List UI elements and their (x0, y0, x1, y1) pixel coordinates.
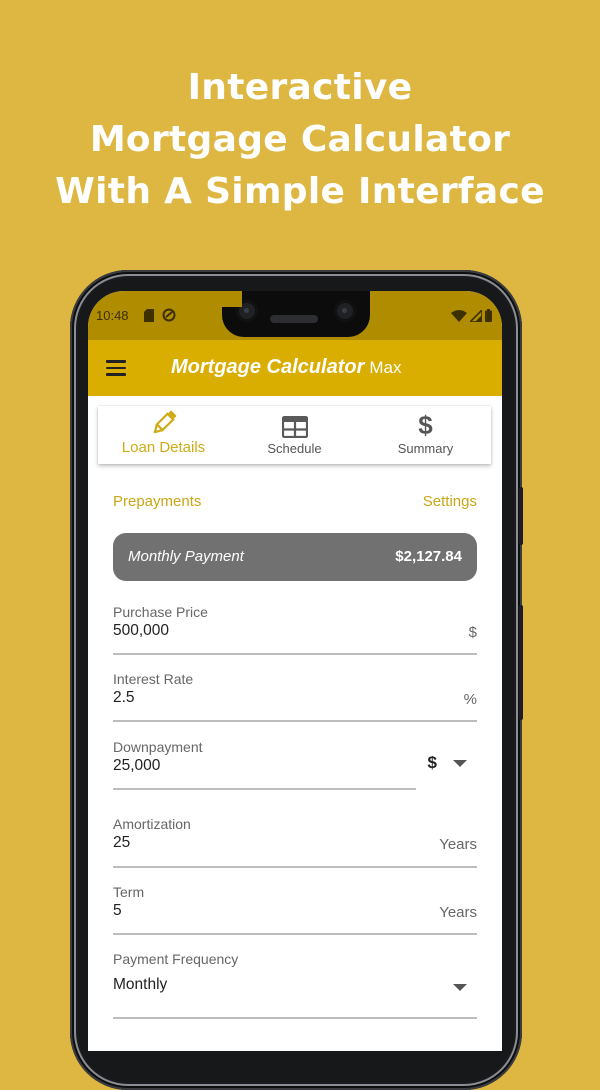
tab-label: Loan Details (121, 439, 206, 456)
amortization-field[interactable]: Amortization 25 Years (113, 816, 477, 868)
app-title-suffix: Max (369, 358, 402, 377)
interest-rate-field[interactable]: Interest Rate 2.5 % (113, 671, 477, 723)
app-title-main: Mortgage Calculator (171, 356, 365, 378)
battery-icon (485, 309, 492, 322)
field-label: Purchase Price (113, 604, 208, 620)
field-underline (113, 720, 477, 722)
field-underline (113, 866, 477, 868)
status-time: 10:48 (96, 308, 129, 323)
payment-frequency-field[interactable]: Payment Frequency Monthly (113, 951, 477, 1021)
power-button (519, 487, 523, 545)
payment-frequency-select[interactable]: Monthly (113, 976, 477, 994)
tab-label: Summary (397, 441, 454, 456)
dropdown-selected: $ (427, 753, 437, 772)
status-bar: 10:48 (88, 291, 502, 340)
earpiece-speaker (270, 315, 318, 323)
field-label: Downpayment (113, 739, 203, 755)
tab-label: Schedule (267, 441, 322, 456)
field-underline (113, 933, 477, 935)
settings-link[interactable]: Settings (423, 493, 477, 510)
purchase-price-field[interactable]: Purchase Price 500,000 $ (113, 604, 477, 656)
monthly-payment-box[interactable]: Monthly Payment $2,127.84 (113, 533, 477, 581)
sync-icon (162, 308, 176, 322)
interest-rate-input[interactable]: 2.5 (113, 689, 477, 707)
tab-bar: Loan Details Schedule $ Summary (98, 406, 491, 464)
field-label: Term (113, 884, 145, 900)
promo-line-2: Mortgage Calculator (89, 119, 511, 160)
field-underline (113, 653, 477, 655)
payment-value: $2,127.84 (395, 548, 462, 565)
field-underline (113, 788, 416, 790)
chevron-down-icon[interactable] (453, 984, 467, 991)
tab-loan-details[interactable]: Loan Details (98, 406, 229, 464)
hamburger-menu-icon[interactable] (106, 360, 126, 376)
dollar-icon: $ (418, 410, 433, 440)
sd-card-icon (144, 308, 154, 322)
app-title: Mortgage Calculator Max (171, 356, 401, 379)
pencil-icon (153, 410, 176, 434)
term-field[interactable]: Term 5 Years (113, 884, 477, 936)
amortization-input[interactable]: 25 (113, 834, 477, 852)
field-label: Payment Frequency (113, 951, 239, 967)
chevron-down-icon (453, 759, 467, 767)
years-suffix: Years (439, 836, 477, 853)
front-camera-left (236, 300, 258, 322)
wifi-icon (451, 309, 467, 322)
purchase-price-input[interactable]: 500,000 (113, 622, 477, 640)
tab-summary[interactable]: $ Summary (360, 406, 491, 464)
field-underline (113, 1017, 477, 1019)
payment-label: Monthly Payment (128, 548, 244, 565)
currency-suffix: $ (468, 624, 477, 641)
signal-icon (470, 309, 482, 322)
app-bar: Mortgage Calculator Max (88, 340, 502, 396)
action-links: Prepayments Settings (113, 493, 477, 510)
field-label: Amortization (113, 816, 191, 832)
tab-schedule[interactable]: Schedule (229, 406, 360, 464)
camera-notch (222, 291, 370, 337)
table-icon (281, 416, 308, 438)
downpayment-field[interactable]: Downpayment 25,000 $ (113, 739, 477, 791)
promo-line-1: Interactive (187, 67, 413, 108)
promo-line-3: With A Simple Interface (55, 171, 545, 212)
years-suffix: Years (439, 904, 477, 921)
promo-headline: Interactive Mortgage Calculator With A S… (0, 62, 600, 218)
term-input[interactable]: 5 (113, 902, 477, 920)
phone-screen: 10:48 Mortgage Calculator Max Loan Detai… (88, 291, 502, 1051)
front-camera-right (334, 300, 356, 322)
percent-suffix: % (463, 691, 477, 708)
field-label: Interest Rate (113, 671, 194, 687)
prepayments-link[interactable]: Prepayments (113, 493, 201, 510)
downpayment-unit-dropdown[interactable]: $ (428, 753, 467, 773)
volume-button (519, 605, 523, 720)
downpayment-input[interactable]: 25,000 (113, 757, 477, 775)
